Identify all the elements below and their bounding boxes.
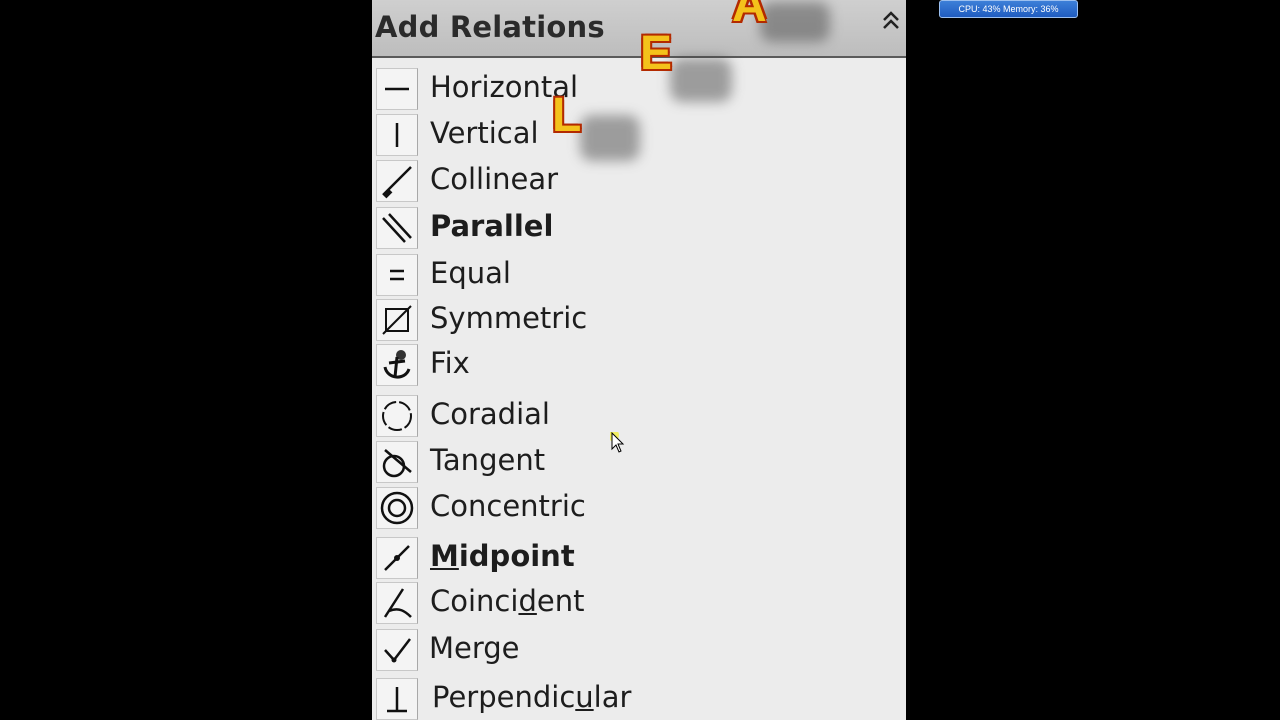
relation-label: Merge (429, 631, 520, 665)
relation-label: Fix (430, 346, 470, 380)
label-rest: idpoint (458, 539, 575, 573)
relation-label: Tangent (430, 443, 546, 477)
merge-icon (376, 629, 418, 671)
label-rest: ent (536, 584, 585, 618)
relation-label: Coincident (430, 584, 584, 618)
relations-list: Horizontal Vertical Collinear Parallel E (372, 58, 906, 720)
relation-coradial[interactable]: Coradial (372, 393, 906, 437)
relation-label: Coradial (430, 397, 550, 431)
coradial-icon (376, 395, 418, 437)
relation-merge[interactable]: Merge (372, 627, 906, 671)
relation-label: Collinear (430, 162, 559, 196)
relation-label: Equal (430, 256, 511, 290)
panel-title: Add Relations (375, 10, 605, 44)
mnemonic-letter: M (430, 539, 459, 573)
perpendicular-icon (376, 678, 418, 720)
overlay-letter-e: E (640, 27, 673, 80)
coincident-icon (376, 582, 418, 624)
relation-concentric[interactable]: Concentric (372, 485, 906, 529)
letter-shadow (580, 115, 640, 161)
equal-icon (376, 254, 418, 296)
relation-equal[interactable]: Equal (372, 252, 906, 296)
system-monitor-badge: CPU: 43% Memory: 36% (939, 0, 1078, 18)
relation-label: Perpendicular (432, 680, 631, 714)
relation-tangent[interactable]: Tangent (372, 439, 906, 483)
relation-collinear[interactable]: Collinear (372, 158, 906, 202)
relation-horizontal[interactable]: Horizontal (372, 66, 906, 110)
relation-label: Vertical (430, 116, 539, 150)
collinear-icon (376, 160, 418, 202)
label-rest: lar (593, 680, 632, 714)
label-pre: Coinci (430, 584, 519, 618)
tangent-icon (376, 441, 418, 483)
parallel-icon (376, 207, 418, 249)
relation-midpoint[interactable]: Midpoint (372, 535, 906, 579)
letter-shadow (760, 2, 830, 42)
relation-perpendicular[interactable]: Perpendicular (372, 676, 906, 720)
relation-coincident[interactable]: Coincident (372, 580, 906, 624)
anchor-icon (376, 344, 418, 386)
mnemonic-letter: d (518, 584, 537, 618)
overlay-letter-a: A (732, 0, 767, 32)
mouse-pointer-icon (610, 432, 625, 453)
relation-label: Midpoint (430, 539, 575, 573)
midpoint-icon (376, 537, 418, 579)
label-pre: Perpendic (432, 680, 576, 714)
relation-symmetric[interactable]: Symmetric (372, 297, 906, 341)
letter-shadow (670, 58, 732, 102)
relation-fix[interactable]: Fix (372, 342, 906, 386)
overlay-letter-l: L (552, 89, 582, 142)
relation-label: Concentric (430, 489, 586, 523)
relation-label: Parallel (430, 209, 554, 243)
mnemonic-letter: u (575, 680, 594, 714)
relation-label: Symmetric (430, 301, 588, 335)
symmetric-icon (376, 299, 418, 341)
vertical-line-icon (376, 114, 418, 156)
concentric-icon (376, 487, 418, 529)
horizontal-line-icon (376, 68, 418, 110)
collapse-chevron-icon[interactable] (880, 8, 902, 34)
add-relations-panel: Add Relations Horizontal Vertical Collin… (372, 0, 906, 720)
relation-parallel[interactable]: Parallel (372, 205, 906, 249)
